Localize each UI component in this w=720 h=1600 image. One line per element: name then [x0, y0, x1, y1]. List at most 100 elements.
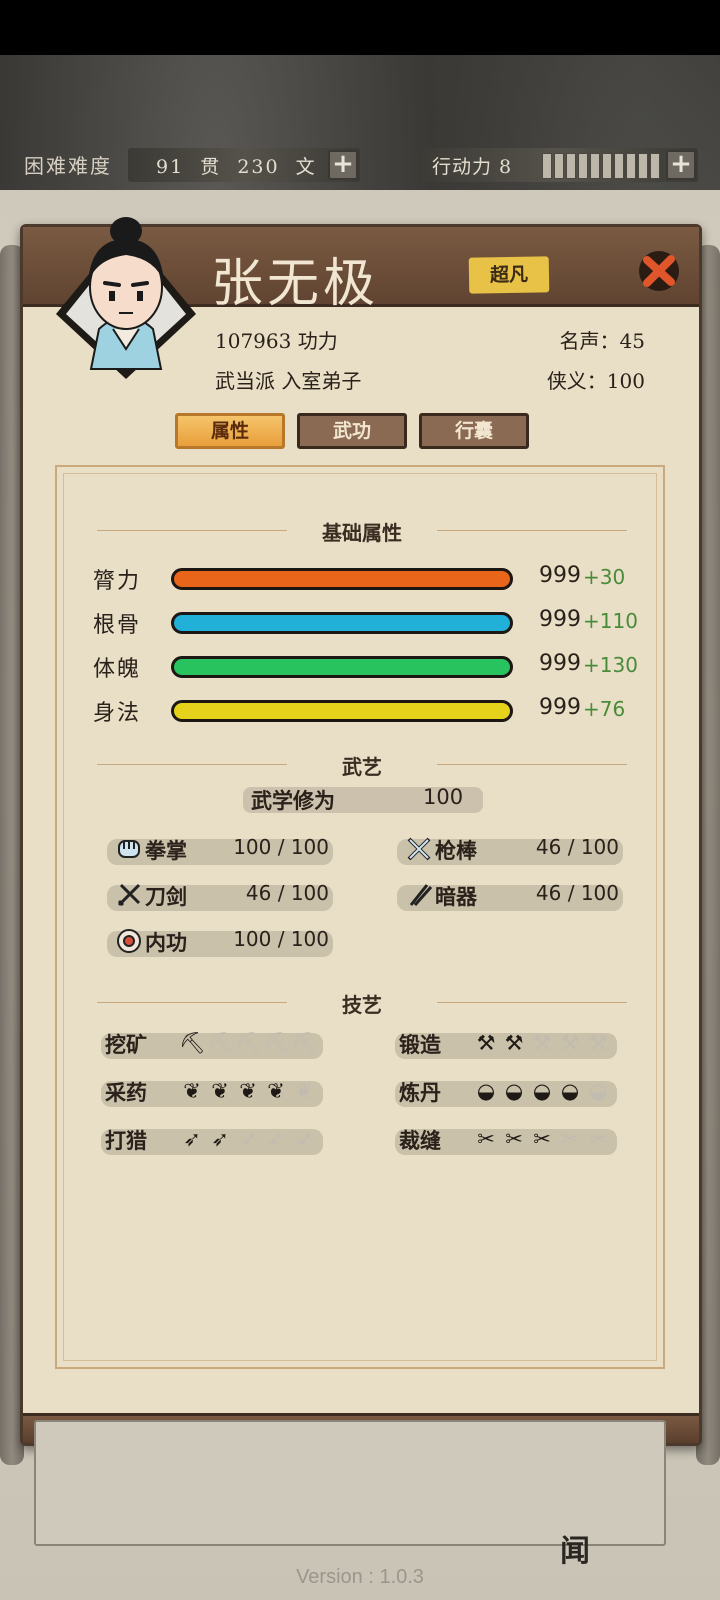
tab-martial-arts[interactable]: 武功 — [297, 413, 407, 449]
martial-total: 武学修为 100 — [243, 783, 483, 815]
bowl-icon: ◒ — [476, 1079, 496, 1103]
herb-icon: ❦ — [183, 1079, 201, 1103]
skill-sword: 刀剑 46 / 100 — [107, 879, 333, 913]
difficulty-label: 困难难度 — [24, 154, 112, 178]
bow-icon: ➶ — [183, 1127, 201, 1151]
skill-spear: 枪棒 46 / 100 — [397, 833, 623, 867]
bowl-icon: ◒ — [504, 1079, 524, 1103]
craft-mining: 挖矿 ⛏ ⛏ ⛏ ⛏ ⛏ — [101, 1027, 323, 1061]
action-cell — [602, 153, 612, 179]
craft-tailoring: 裁缝 ✂ ✂ ✂ ✂ ✂ — [395, 1123, 617, 1157]
fame-value: 名声：45 — [559, 329, 645, 353]
dart-icon — [409, 884, 433, 906]
action-points-meter — [542, 153, 660, 179]
character-panel: 张无极 超凡 107963 功力 武当派 入室弟子 名声：45 侠义：100 属… — [20, 217, 702, 1446]
needle-icon: ✂ — [533, 1127, 551, 1151]
attribute-row-strength: 膂力 999 +30 — [93, 563, 653, 594]
fist-icon — [118, 840, 140, 858]
tab-attributes[interactable]: 属性 — [175, 413, 285, 449]
anvil-icon: ⚒ — [532, 1031, 552, 1055]
skill-value: 100 / 100 — [233, 927, 329, 951]
craft-herbalism: 采药 ❦ ❦ ❦ ❦ ❦ — [101, 1075, 323, 1109]
action-cell — [566, 153, 576, 179]
action-points-display: 行动力 8 + — [418, 148, 698, 182]
anvil-icon: ⚒ — [588, 1031, 608, 1055]
close-button[interactable] — [635, 247, 683, 295]
section-title-martial: 武艺 — [57, 751, 667, 780]
attribute-row-agility: 身法 999 +76 — [93, 695, 653, 726]
skill-label: 拳掌 — [145, 838, 187, 863]
needle-icon: ✂ — [505, 1127, 523, 1151]
anvil-icon: ⚒ — [504, 1031, 524, 1055]
attribute-bonus: +130 — [583, 653, 638, 677]
attributes-content: 基础属性 膂力 999 +30 根骨 999 +110 体魄 999 +130 … — [55, 465, 665, 1369]
hero-name: 张无极 — [211, 254, 380, 314]
anvil-icon: ⚒ — [560, 1031, 580, 1055]
attribute-row-physique: 体魄 999 +130 — [93, 651, 653, 682]
herb-icon: ❦ — [295, 1079, 313, 1103]
pickaxe-icon-row: ⛏ ⛏ ⛏ ⛏ ⛏ — [179, 1029, 318, 1057]
skill-value: 46 / 100 — [245, 881, 329, 905]
bowl-icon: ◒ — [560, 1079, 580, 1103]
herb-icon-row: ❦ ❦ ❦ ❦ ❦ — [179, 1077, 317, 1105]
skill-label: 枪棒 — [435, 838, 477, 863]
pickaxe-icon: ⛏ — [179, 1031, 206, 1055]
action-points-label: 行动力 8 — [432, 156, 513, 178]
corner-text: 闻 — [560, 1534, 590, 1569]
herb-icon: ❦ — [211, 1079, 229, 1103]
bowl-icon-row: ◒ ◒ ◒ ◒ ◒ — [473, 1077, 611, 1105]
tab-inventory[interactable]: 行囊 — [419, 413, 529, 449]
attribute-value: 999 — [539, 563, 581, 588]
craft-forging: 锻造 ⚒ ⚒ ⚒ ⚒ ⚒ — [395, 1027, 617, 1061]
attribute-label: 根骨 — [93, 613, 142, 638]
skill-hidden-weapon: 暗器 46 / 100 — [397, 879, 623, 913]
action-cell — [542, 153, 552, 179]
skill-inner-power: 内功 100 / 100 — [107, 925, 333, 959]
needle-icon: ✂ — [477, 1127, 495, 1151]
craft-label: 打猎 — [105, 1128, 147, 1153]
craft-label: 挖矿 — [105, 1032, 147, 1057]
bow-icon: ➶ — [239, 1127, 257, 1151]
pickaxe-icon: ⛏ — [207, 1031, 234, 1055]
hero-avatar — [56, 217, 196, 379]
attribute-bar — [171, 700, 513, 722]
pickaxe-icon: ⛏ — [263, 1031, 290, 1055]
version-label: Version : 1.0.3 — [296, 1566, 424, 1588]
attribute-bar — [171, 612, 513, 634]
action-cell — [578, 153, 588, 179]
action-cell — [554, 153, 564, 179]
attribute-label: 身法 — [93, 701, 142, 726]
pickaxe-icon: ⛏ — [291, 1031, 318, 1055]
skill-value: 46 / 100 — [535, 835, 619, 859]
rank-badge: 超凡 — [468, 256, 550, 294]
needle-icon-row: ✂ ✂ ✂ ✂ ✂ — [473, 1125, 611, 1153]
money-display: 91 贯 230 文 + — [128, 148, 360, 182]
tab-bar: 属性 武功 行囊 — [175, 413, 529, 449]
add-action-button[interactable]: + — [666, 150, 696, 180]
sword-icon — [117, 883, 141, 907]
craft-label: 采药 — [105, 1080, 147, 1105]
martial-total-value: 100 — [423, 785, 464, 809]
needle-icon: ✂ — [561, 1127, 579, 1151]
anvil-icon-row: ⚒ ⚒ ⚒ ⚒ ⚒ — [473, 1029, 611, 1057]
section-title-crafts: 技艺 — [57, 989, 667, 1018]
herb-icon: ❦ — [267, 1079, 285, 1103]
action-cell — [650, 153, 660, 179]
skill-fist: 拳掌 100 / 100 — [107, 833, 333, 867]
bow-icon-row: ➶ ➶ ➶ ➶ ➶ — [179, 1125, 317, 1153]
skill-label: 刀剑 — [145, 884, 187, 909]
status-bar-area — [0, 0, 720, 55]
attribute-value: 999 — [539, 695, 581, 720]
add-money-button[interactable]: + — [328, 150, 358, 180]
skill-value: 46 / 100 — [535, 881, 619, 905]
skill-value: 100 / 100 — [233, 835, 329, 859]
top-bar: 困难难度 91 贯 230 文 + 行动力 8 + — [0, 140, 720, 190]
pickaxe-icon: ⛏ — [235, 1031, 262, 1055]
needle-icon: ✂ — [589, 1127, 607, 1151]
attribute-bonus: +110 — [583, 609, 638, 633]
sect-rank: 武当派 入室弟子 — [215, 369, 362, 393]
attribute-label: 膂力 — [93, 569, 142, 594]
action-cell — [590, 153, 600, 179]
anvil-icon: ⚒ — [476, 1031, 496, 1055]
herb-icon: ❦ — [239, 1079, 257, 1103]
